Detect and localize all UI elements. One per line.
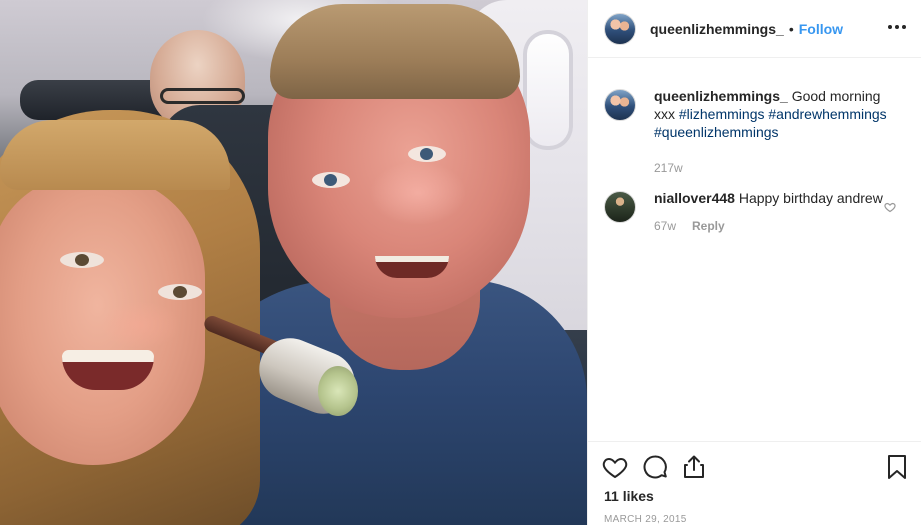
likes-count[interactable]: 11 likes bbox=[604, 488, 654, 504]
woman-eye-left bbox=[60, 252, 104, 268]
more-options-icon[interactable] bbox=[886, 19, 908, 35]
avatar[interactable] bbox=[604, 12, 636, 45]
heart-small-icon[interactable] bbox=[884, 200, 896, 218]
comment-age[interactable]: 67w bbox=[654, 219, 676, 233]
comments-list[interactable]: queenlizhemmings_ Good morning xxx #lizh… bbox=[588, 59, 921, 441]
post-username[interactable]: queenlizhemmings_ bbox=[650, 21, 784, 37]
comment-text: Happy birthday andrew bbox=[738, 190, 883, 206]
woman-face bbox=[0, 175, 205, 465]
comment-text-block: niallover448 Happy birthday andrew bbox=[654, 189, 894, 207]
woman-fringe bbox=[0, 120, 230, 190]
reply-button[interactable]: Reply bbox=[692, 219, 725, 233]
bookmark-icon[interactable] bbox=[886, 454, 908, 485]
heart-icon[interactable] bbox=[602, 455, 628, 479]
caption-text-block: queenlizhemmings_ Good morning xxx #lizh… bbox=[654, 87, 894, 141]
comment-icon[interactable] bbox=[642, 454, 668, 480]
more-dot bbox=[902, 25, 906, 29]
comment-meta: 67w Reply bbox=[654, 219, 894, 233]
follow-button[interactable]: Follow bbox=[799, 21, 843, 37]
airplane-window bbox=[523, 30, 573, 150]
man-hair bbox=[270, 4, 520, 99]
separator-dot: • bbox=[788, 20, 794, 37]
reading-lamp-light bbox=[318, 366, 358, 416]
share-icon[interactable] bbox=[682, 454, 706, 480]
comment-item: niallover448 Happy birthday andrew 67w R… bbox=[604, 189, 904, 233]
comment-avatar[interactable] bbox=[604, 191, 636, 223]
man-eye-left bbox=[312, 172, 350, 188]
caption-age[interactable]: 217w bbox=[654, 161, 683, 175]
post-date[interactable]: MARCH 29, 2015 bbox=[604, 514, 687, 525]
more-dot bbox=[888, 25, 892, 29]
caption-avatar[interactable] bbox=[604, 89, 636, 121]
caption: queenlizhemmings_ Good morning xxx #lizh… bbox=[604, 87, 904, 175]
background-passenger-glasses bbox=[160, 88, 245, 104]
more-dot bbox=[895, 25, 899, 29]
post-header: queenlizhemmings_ • Follow bbox=[588, 0, 921, 58]
man-smile bbox=[375, 256, 449, 278]
woman-eye-right bbox=[158, 284, 202, 300]
hashtag-link[interactable]: #andrewhemmings bbox=[768, 106, 886, 122]
hashtag-link[interactable]: #lizhemmings bbox=[679, 106, 765, 122]
man-eye-right bbox=[408, 146, 446, 162]
post-actions: 11 likes MARCH 29, 2015 bbox=[588, 441, 921, 525]
comment-username[interactable]: niallover448 bbox=[654, 190, 735, 206]
post-sidebar: queenlizhemmings_ • Follow queenlizhemmi… bbox=[587, 0, 921, 525]
action-icons bbox=[602, 454, 706, 480]
post-photo[interactable] bbox=[0, 0, 587, 525]
caption-username[interactable]: queenlizhemmings_ bbox=[654, 88, 788, 104]
caption-meta: 217w bbox=[654, 161, 894, 175]
hashtag-link[interactable]: #queenlizhemmings bbox=[654, 124, 779, 140]
